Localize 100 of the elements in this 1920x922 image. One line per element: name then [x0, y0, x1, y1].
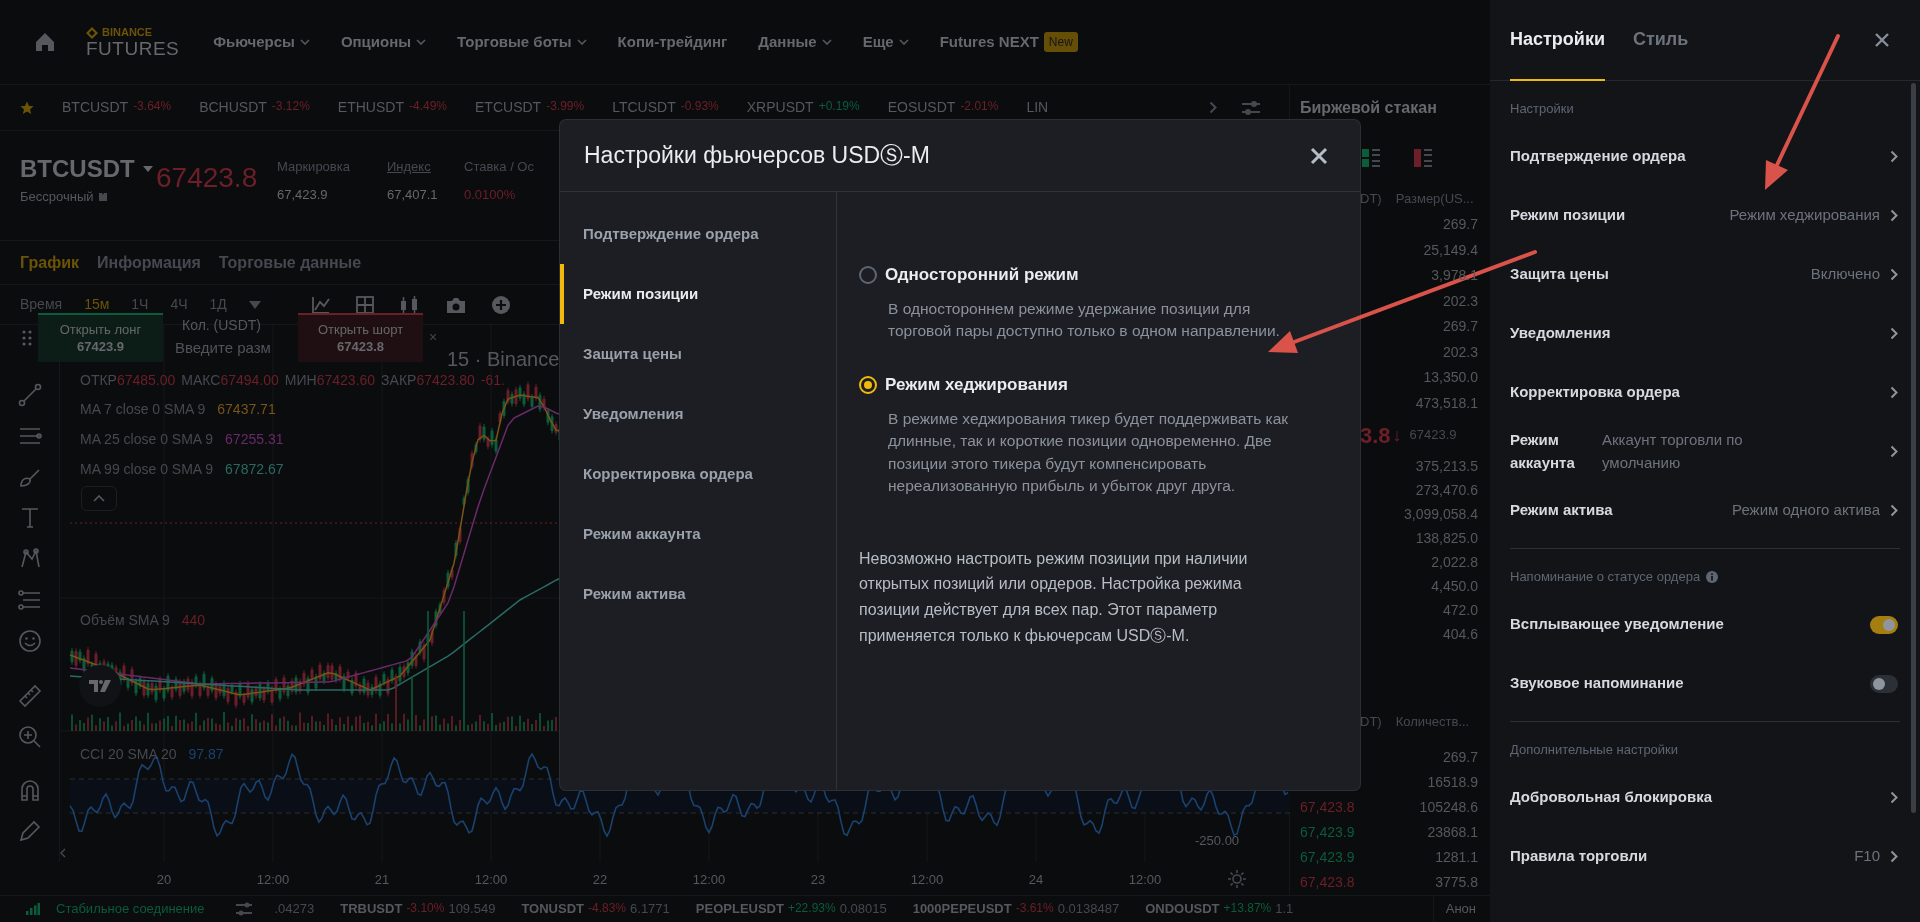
- ruler-icon[interactable]: [17, 684, 42, 708]
- settings-row[interactable]: Уведомления: [1490, 304, 1920, 363]
- close-icon[interactable]: [1310, 146, 1328, 165]
- drag-handle-icon[interactable]: [22, 330, 32, 346]
- scrollbar-thumb[interactable]: [1911, 83, 1916, 813]
- ticker-change: -2.01%: [960, 98, 999, 115]
- ticker-item[interactable]: TONUSDT -4.83% 6.1771: [521, 899, 670, 919]
- close-button[interactable]: ×: [429, 327, 438, 348]
- line-tool-icon[interactable]: [17, 383, 42, 407]
- panel-tab[interactable]: Настройки: [1510, 0, 1605, 81]
- dialog-nav-item[interactable]: Подтверждение ордера: [560, 204, 836, 264]
- dialog-nav-item[interactable]: Корректировка ордера: [560, 444, 836, 504]
- settings-row[interactable]: Режим аккаунта Аккаунт торговли по умолчанию: [1490, 422, 1920, 481]
- setting-label: Уведомления: [1510, 323, 1611, 344]
- ticker-item[interactable]: PEOPLEUSDT +22.93% 0.08015: [695, 899, 887, 919]
- camera-icon[interactable]: [444, 295, 467, 314]
- nav-menu-item[interactable]: Копи-трейдинг: [617, 30, 728, 54]
- toggle-switch[interactable]: [1870, 615, 1898, 634]
- grid-layout-icon[interactable]: [354, 294, 375, 315]
- settings-row[interactable]: Добровольная блокировка: [1490, 768, 1920, 827]
- dialog-nav-item[interactable]: Режим позиции: [560, 264, 836, 324]
- axis-label: 20: [156, 871, 172, 889]
- order-size: 404.6: [1442, 624, 1478, 644]
- sliders-icon[interactable]: [234, 902, 253, 916]
- open-long-button[interactable]: Открыть лонг 67423.9: [38, 313, 163, 362]
- amount-input[interactable]: Введите разм: [175, 337, 295, 360]
- settings-row[interactable]: Корректировка ордера: [1490, 363, 1920, 422]
- nav-menu-item[interactable]: Данные: [758, 30, 832, 54]
- caret-icon[interactable]: [248, 300, 261, 309]
- fibonacci-icon[interactable]: [17, 588, 42, 612]
- dialog-nav-item[interactable]: Режим актива: [560, 564, 836, 624]
- info-icon[interactable]: [1706, 571, 1719, 583]
- collapse-button[interactable]: [81, 486, 117, 511]
- setting-label: Режим аккаунта: [1510, 430, 1576, 473]
- nav-menu-item[interactable]: Futures NEXT New: [939, 30, 1078, 54]
- trade-size: 23868.1: [1427, 823, 1478, 842]
- ticker-symbol: BTCUSDT: [62, 98, 129, 117]
- radio-button[interactable]: [859, 376, 877, 395]
- smiley-icon[interactable]: [17, 629, 42, 653]
- setting-label: Подтверждение ордера: [1510, 146, 1686, 167]
- ticker-item[interactable]: .04273: [274, 899, 315, 919]
- section-heading: Настройки: [1510, 100, 1574, 119]
- pencil-icon[interactable]: [17, 819, 42, 843]
- settings-row[interactable]: Правила торговли F10: [1490, 827, 1920, 886]
- toggle-switch[interactable]: [1870, 674, 1898, 693]
- dialog-nav-item[interactable]: Режим аккаунта: [560, 504, 836, 564]
- setting-label: Правила торговли: [1510, 846, 1648, 867]
- chevron-left-icon[interactable]: [60, 848, 66, 858]
- dialog-nav-item[interactable]: Защита цены: [560, 324, 836, 384]
- dialog-nav-item[interactable]: Уведомления: [560, 384, 836, 444]
- star-icon[interactable]: [20, 100, 34, 115]
- settings-row[interactable]: Защита цены Включено: [1490, 245, 1920, 304]
- interval-option[interactable]: 4Ч: [170, 294, 188, 315]
- open-short-button[interactable]: Открыть шорт 67423.8: [298, 313, 423, 362]
- nav-menu-item[interactable]: Торговые боты: [457, 30, 587, 54]
- order-size: 3,099,058.4: [1404, 504, 1478, 524]
- settings-row[interactable]: Режим позиции Режим хеджирования: [1490, 186, 1920, 245]
- mid-price: 3.8: [1360, 421, 1391, 450]
- ticker-item[interactable]: 1000PEPEUSDT -3.61% 0.0138487: [912, 899, 1120, 919]
- home-icon[interactable]: [34, 31, 56, 53]
- ticker-item[interactable]: ETCUSDT -3.99%: [475, 97, 585, 118]
- radio-button[interactable]: [859, 265, 877, 284]
- interval-option[interactable]: 1Д: [209, 294, 227, 315]
- caret-icon[interactable]: [142, 166, 153, 172]
- panel-tab[interactable]: Стиль: [1632, 0, 1689, 81]
- chart-tab[interactable]: Информация: [97, 250, 201, 275]
- trade-price: 67,423.8: [1300, 873, 1355, 892]
- column-header: Размер(US...: [1395, 189, 1474, 208]
- add-circle-icon[interactable]: [490, 294, 511, 315]
- interval-option[interactable]: Время: [20, 294, 63, 315]
- nav-menu-item[interactable]: Фьючерсы: [213, 30, 310, 54]
- ticker-item[interactable]: ETHUSDT -4.49%: [337, 97, 447, 118]
- book-layout-icon[interactable]: [1362, 148, 1380, 167]
- ticker-item[interactable]: ONDOUSDT +13.87% 1.1: [1145, 899, 1294, 919]
- zoom-in-icon[interactable]: [17, 725, 42, 749]
- indicators-icon[interactable]: [310, 294, 331, 315]
- dialog-title: Настройки фьючерсов USDⓈ-M: [584, 141, 930, 171]
- ticker-change: -3.10%: [406, 900, 445, 918]
- nav-menu-item[interactable]: Еще: [862, 30, 909, 54]
- book-layout-icon[interactable]: [1414, 148, 1432, 167]
- ticker-item[interactable]: LTCUSDT -0.93%: [612, 97, 719, 118]
- nav-menu-item[interactable]: Опционы: [340, 30, 427, 54]
- legend-label: МИН: [284, 371, 317, 390]
- ticker-item[interactable]: TRBUSDT -3.10% 109.549: [340, 899, 496, 919]
- interval-option[interactable]: 15м: [84, 294, 110, 315]
- chart-tab[interactable]: График: [20, 250, 79, 275]
- ticker-item[interactable]: LIN: [1026, 97, 1049, 118]
- ticker-item[interactable]: BTCUSDT -3.64%: [62, 97, 172, 118]
- close-icon[interactable]: [1874, 32, 1890, 48]
- chart-tab[interactable]: Торговые данные: [218, 250, 362, 275]
- settings-icon[interactable]: [1228, 870, 1246, 888]
- interval-option[interactable]: 1Ч: [131, 294, 149, 315]
- sliders-icon[interactable]: [1241, 99, 1261, 116]
- legend-label: CCI 20 SMA 20: [80, 745, 177, 764]
- ticker-item[interactable]: EOSUSDT -2.01%: [887, 97, 999, 118]
- settings-row[interactable]: Подтверждение ордера: [1490, 127, 1920, 186]
- settings-row[interactable]: Режим актива Режим одного актива: [1490, 481, 1920, 540]
- ticker-item[interactable]: BCHUSDT -3.12%: [199, 97, 310, 118]
- ticker-item[interactable]: XRPUSDT +0.19%: [746, 97, 860, 118]
- amount-label: Кол. (USDT): [182, 316, 262, 335]
